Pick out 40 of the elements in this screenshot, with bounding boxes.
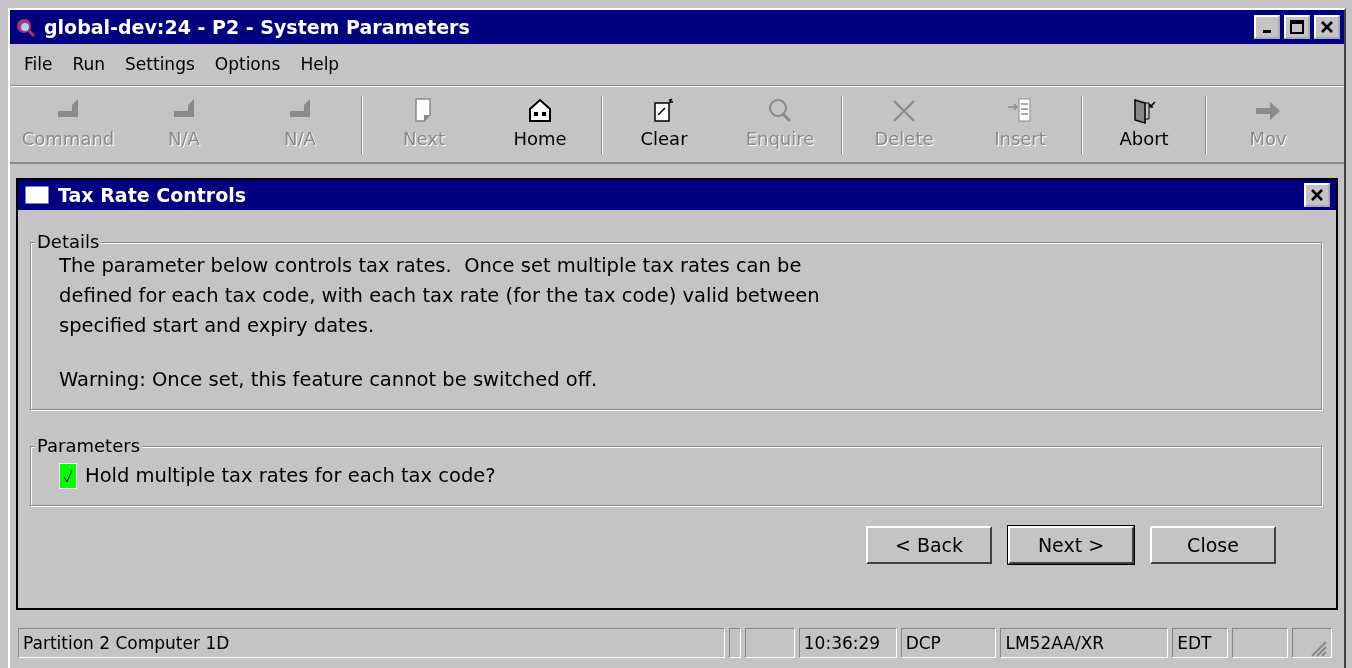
close-icon: [1320, 20, 1334, 34]
app-icon: [14, 16, 36, 38]
menu-item[interactable]: Options: [204, 51, 291, 78]
insert-icon: [1006, 97, 1034, 125]
checkbox-label: Hold multiple tax rates for each tax code?: [85, 463, 496, 489]
dialog-button[interactable]: Close: [1150, 526, 1276, 564]
window-icon: [24, 185, 50, 205]
warning-text: Warning: Once set, this feature cannot be switched off.: [59, 367, 599, 393]
status-pane: [744, 628, 795, 658]
maximize-button[interactable]: [1284, 15, 1310, 39]
minimize-icon: [1263, 30, 1271, 33]
status-pane: LM52AA/XR: [1000, 628, 1169, 658]
status-pane: DCP: [900, 628, 997, 658]
window-title: global-dev:24 - P2 - System Parameters: [44, 14, 471, 40]
close-icon: [1310, 188, 1324, 202]
search-icon: [766, 97, 794, 125]
status-pane: Partition 2 Computer 1D: [18, 628, 725, 658]
minimize-button[interactable]: [1254, 15, 1280, 39]
maximize-icon: [1290, 20, 1304, 34]
dialog-button[interactable]: Next >: [1008, 526, 1134, 564]
close-button[interactable]: [1314, 15, 1340, 39]
checkbox[interactable]: [59, 463, 77, 489]
check-icon: [63, 469, 73, 483]
menu-item[interactable]: File: [14, 51, 63, 78]
resize-grip-icon[interactable]: [1309, 639, 1327, 657]
menu-item[interactable]: Help: [290, 51, 350, 78]
toolbar-button[interactable]: Clear: [606, 93, 722, 156]
status-pane: [1232, 628, 1289, 658]
menu-item[interactable]: Run: [62, 51, 116, 78]
home-icon: [526, 97, 554, 125]
dialog-title: Tax Rate Controls: [58, 182, 248, 208]
dialog-button[interactable]: < Back: [866, 526, 992, 564]
toolbar-button[interactable]: Abort: [1086, 93, 1202, 156]
status-pane: [728, 628, 741, 658]
status-pane: 10:36:29: [798, 628, 897, 658]
toolbar-button[interactable]: Home: [482, 93, 598, 156]
menu-item[interactable]: Settings: [115, 51, 205, 78]
description-text: The parameter below controls tax rates. Once set multiple tax rates can be defined for each tax code, with each tax rate (for the tax code) valid between specified start and expiry dates.: [59, 253, 821, 339]
close-button[interactable]: [1304, 183, 1330, 207]
status-pane: EDT: [1172, 628, 1229, 658]
